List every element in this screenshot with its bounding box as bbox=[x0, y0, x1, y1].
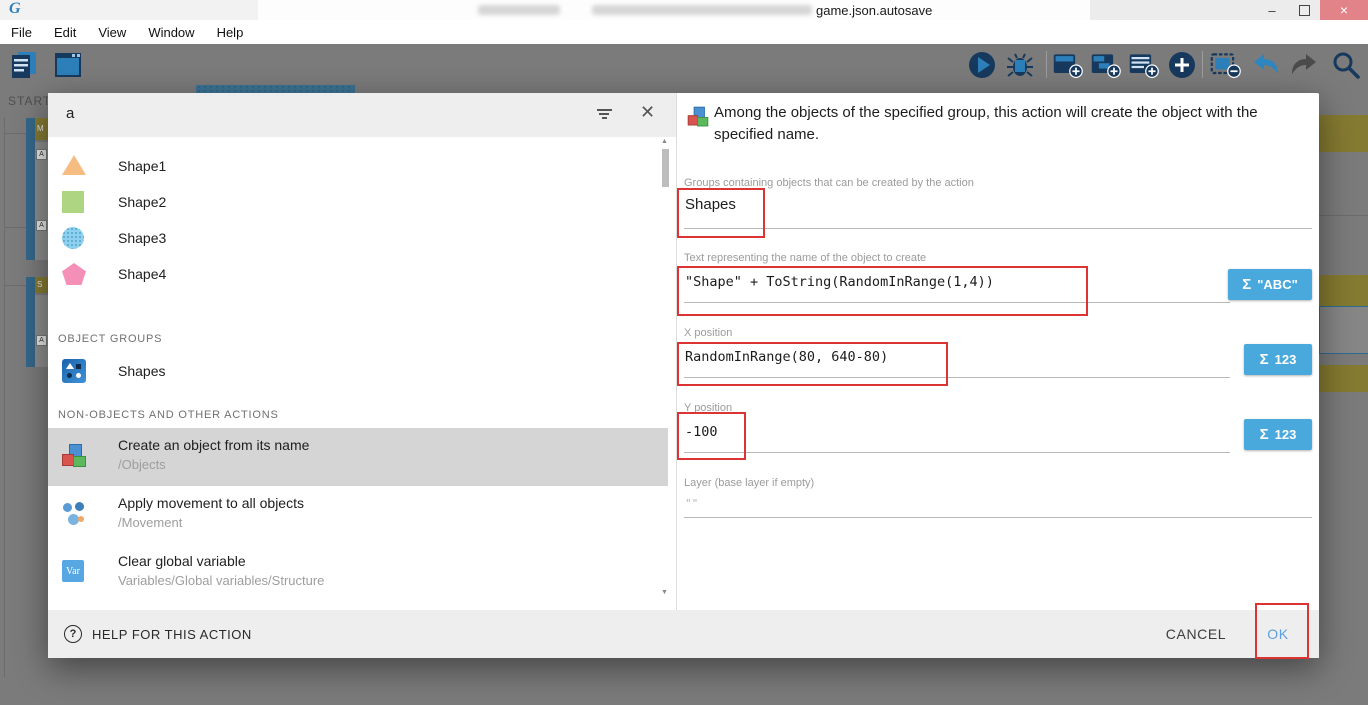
menu-file[interactable]: File bbox=[0, 25, 43, 40]
pentagon-icon bbox=[62, 263, 86, 285]
field-label-object-name: Text representing the name of the object… bbox=[684, 252, 926, 264]
add-event-icon[interactable] bbox=[1052, 50, 1084, 80]
undo-icon[interactable] bbox=[1250, 50, 1282, 80]
redacted-title-text bbox=[478, 5, 560, 15]
field-underline bbox=[684, 228, 1312, 229]
list-item-action-apply-movement[interactable]: Apply movement to all objects /Movement bbox=[48, 486, 668, 544]
menu-edit[interactable]: Edit bbox=[43, 25, 87, 40]
sigma-icon: Σ bbox=[1242, 276, 1251, 293]
event-selection-bar bbox=[26, 277, 35, 367]
annotation-box-x-position bbox=[677, 342, 948, 386]
list-item-object[interactable]: Shape1 bbox=[48, 148, 668, 184]
list-item-object[interactable]: Shape4 bbox=[48, 256, 668, 292]
annotation-box-ok bbox=[1255, 603, 1309, 659]
background-event-sheet-right bbox=[1319, 93, 1368, 705]
menu-bar: File Edit View Window Help bbox=[0, 20, 1368, 44]
field-underline bbox=[684, 452, 1230, 453]
event-block: A A bbox=[35, 142, 48, 260]
section-header-object-groups: OBJECT GROUPS bbox=[58, 333, 162, 345]
list-item-group[interactable]: Shapes bbox=[48, 351, 668, 391]
create-object-icon bbox=[62, 444, 86, 468]
scroll-up-icon[interactable]: ▲ bbox=[661, 138, 668, 145]
background-event-sheet: M A A S A bbox=[0, 107, 48, 705]
menu-view[interactable]: View bbox=[87, 25, 137, 40]
cancel-button[interactable]: CANCEL bbox=[1156, 620, 1236, 648]
add-comment-icon[interactable] bbox=[1128, 50, 1160, 80]
sigma-icon: Σ bbox=[1260, 426, 1269, 443]
event-block: A bbox=[35, 295, 48, 367]
create-object-icon bbox=[688, 107, 708, 127]
search-bar[interactable]: a ✕ bbox=[48, 93, 676, 137]
close-window-button[interactable]: × bbox=[1320, 0, 1368, 20]
play-icon[interactable] bbox=[966, 50, 998, 80]
annotation-box-y-position bbox=[677, 412, 746, 460]
gdevelop-logo-icon: G bbox=[9, 0, 21, 18]
field-label-layer: Layer (base layer if empty) bbox=[684, 477, 814, 489]
dialog-footer: ? HELP FOR THIS ACTION CANCEL OK bbox=[48, 610, 1319, 658]
menu-window[interactable]: Window bbox=[137, 25, 205, 40]
field-underline bbox=[684, 517, 1312, 518]
window-title: game.json.autosave bbox=[816, 3, 932, 18]
event-selection-bar bbox=[26, 118, 35, 260]
add-subevent-icon[interactable] bbox=[1090, 50, 1122, 80]
string-expression-button[interactable]: Σ "ABC" bbox=[1228, 269, 1312, 300]
list-scrollbar[interactable]: ▲ ▼ bbox=[660, 137, 670, 610]
scene-tab-label: START bbox=[8, 94, 51, 108]
event-header: M bbox=[35, 118, 48, 140]
redacted-title-text bbox=[592, 5, 812, 15]
triangle-icon bbox=[62, 155, 86, 175]
toolbar-separator bbox=[1046, 51, 1047, 78]
search-icon[interactable] bbox=[1330, 50, 1362, 80]
event-header: S bbox=[35, 277, 48, 293]
field-label-x-position: X position bbox=[684, 327, 732, 339]
circle-icon bbox=[62, 227, 84, 249]
list-item-action-clear-global-variable[interactable]: Var Clear global variable Variables/Glob… bbox=[48, 544, 668, 602]
redo-icon[interactable] bbox=[1288, 50, 1320, 80]
sigma-icon: Σ bbox=[1260, 351, 1269, 368]
scroll-down-icon[interactable]: ▼ bbox=[661, 589, 668, 596]
delete-event-icon[interactable] bbox=[1210, 50, 1242, 80]
object-group-icon bbox=[62, 359, 86, 383]
minimize-button[interactable]: – bbox=[1256, 0, 1288, 20]
layer-field[interactable]: "" bbox=[685, 497, 698, 510]
movement-icon bbox=[62, 502, 86, 526]
list-item-action-remove-child[interactable]: Var Remove a child Variables/Global vari… bbox=[48, 602, 668, 610]
variable-icon: Var bbox=[62, 560, 84, 582]
close-dialog-icon[interactable]: ✕ bbox=[640, 102, 655, 123]
maximize-button[interactable] bbox=[1288, 0, 1320, 20]
scrollbar-thumb[interactable] bbox=[662, 149, 669, 187]
toolbar bbox=[0, 44, 1368, 85]
search-input[interactable]: a bbox=[66, 105, 74, 122]
square-icon bbox=[62, 191, 84, 213]
section-header-other-actions: NON-OBJECTS AND OTHER ACTIONS bbox=[58, 409, 279, 421]
action-description: Among the objects of the specified group… bbox=[714, 102, 1314, 146]
menu-help[interactable]: Help bbox=[206, 25, 255, 40]
project-manager-icon[interactable] bbox=[10, 50, 42, 80]
scene-tab bbox=[196, 85, 355, 93]
maximize-icon bbox=[1299, 5, 1310, 16]
annotation-box-object-name bbox=[677, 266, 1088, 316]
screen: G game.json.autosave – × File Edit View … bbox=[0, 0, 1368, 705]
add-other-icon[interactable] bbox=[1166, 50, 1198, 80]
filter-icon[interactable] bbox=[596, 109, 612, 121]
number-expression-button[interactable]: Σ 123 bbox=[1244, 344, 1312, 375]
help-icon: ? bbox=[64, 625, 82, 643]
help-button[interactable]: HELP FOR THIS ACTION bbox=[92, 627, 252, 642]
annotation-box-group bbox=[677, 188, 765, 238]
list-item-action-create-object[interactable]: Create an object from its name /Objects bbox=[48, 428, 668, 486]
number-expression-button[interactable]: Σ 123 bbox=[1244, 419, 1312, 450]
action-list: Shape1 Shape2 Shape3 Shape4 OBJECT GROUP… bbox=[48, 137, 676, 610]
list-item-object[interactable]: Shape3 bbox=[48, 220, 668, 256]
list-item-object[interactable]: Shape2 bbox=[48, 184, 668, 220]
debug-icon[interactable] bbox=[1004, 50, 1036, 80]
toolbar-separator bbox=[1202, 51, 1203, 78]
start-page-icon[interactable] bbox=[52, 50, 84, 80]
